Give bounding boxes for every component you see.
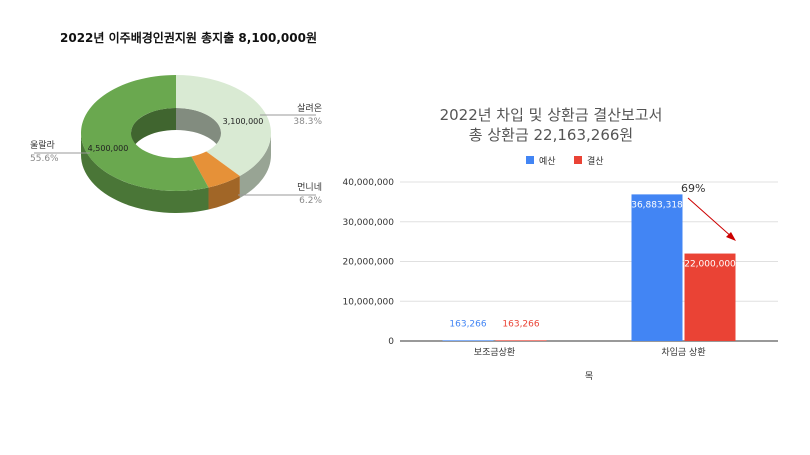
bar-0-1 — [495, 340, 547, 341]
bar-1-0 — [631, 194, 683, 341]
legend-swatch-1 — [574, 156, 582, 164]
bar-chart-subtitle: 총 상환금 22,163,266원 — [469, 126, 633, 144]
bar-data-label-1-1: 22,000,000 — [684, 260, 736, 270]
y-tick-label-4: 40,000,000 — [342, 178, 394, 188]
y-tick-label-0: 0 — [388, 337, 394, 347]
y-tick-label-2: 20,000,000 — [342, 258, 394, 268]
bar-0-0 — [442, 340, 494, 341]
x-tick-label-0: 보조금상환 — [474, 346, 515, 358]
x-tick-label-1: 차입금 상환 — [661, 346, 705, 358]
legend-swatch-0 — [526, 156, 534, 164]
bar-chart-title: 2022년 차입 및 상환금 결산보고서 — [440, 106, 663, 124]
bar-data-label-0-0: 163,266 — [449, 319, 486, 329]
bar-chart: 2022년 차입 및 상환금 결산보고서 총 상환금 22,163,266원 예… — [342, 106, 778, 382]
annotation-arrow-line — [687, 197, 734, 239]
bar-data-label-1-0: 36,883,318 — [631, 200, 683, 210]
annotation-label: 69% — [681, 182, 705, 195]
y-tick-label-3: 30,000,000 — [342, 218, 394, 228]
bar-data-label-0-1: 163,266 — [502, 319, 539, 329]
legend-label-0: 예산 — [539, 156, 556, 167]
bar-marks: 보조금상환 163,266 163,266 차입금 상환 36,883,318 22,00… — [442, 182, 736, 358]
y-tick-label-1: 10,000,000 — [342, 297, 394, 307]
x-axis-label: 목 — [585, 371, 593, 382]
bar-legend: 예산 결산 — [526, 156, 604, 167]
legend-label-1: 결산 — [587, 156, 604, 167]
